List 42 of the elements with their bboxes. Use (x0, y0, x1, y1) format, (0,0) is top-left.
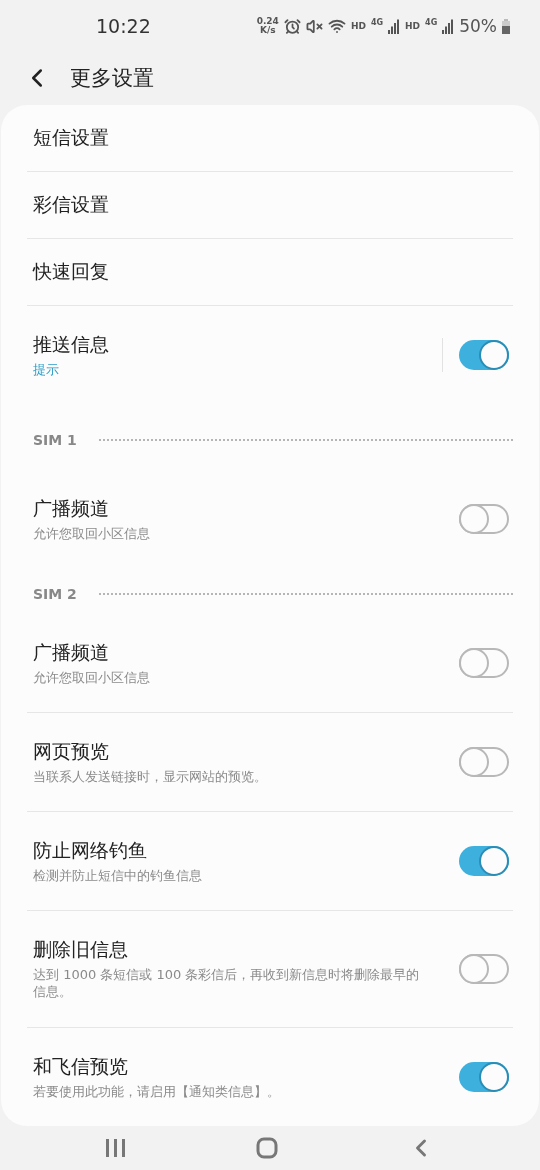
settings-item[interactable]: 快速回复 (27, 237, 513, 305)
setting-summary: 提示 (33, 360, 60, 378)
setting-summary: 若要使用此功能，请启用【通知类信息】。 (33, 1082, 281, 1100)
signal-icon (442, 18, 455, 35)
toggle-switch[interactable] (459, 1061, 509, 1092)
toggle-switch[interactable] (459, 503, 509, 534)
setting-title: 和飞信预览 (33, 1053, 129, 1079)
settings-item[interactable]: 短信设置 (27, 104, 513, 171)
section-header: SIM 1 (33, 431, 77, 448)
toggle-switch[interactable] (459, 647, 509, 678)
mute-icon (305, 17, 323, 35)
toggle-switch[interactable] (459, 845, 509, 876)
settings-item[interactable]: 彩信设置 (27, 170, 513, 238)
alarm-icon (283, 17, 301, 35)
setting-title: 广播频道 (33, 495, 110, 521)
setting-title: 防止网络钓鱼 (33, 837, 148, 863)
hd-label: HD (405, 21, 421, 32)
setting-summary: 检测并防止短信中的钓鱼信息 (33, 866, 203, 884)
setting-summary: 允许您取回小区信息 (33, 668, 151, 686)
setting-summary: 当联系人发送链接时，显示网站的预览。 (33, 767, 268, 785)
battery-percent: 50% (459, 16, 497, 37)
network-label: 4G (370, 18, 384, 28)
hd-label: HD (350, 21, 366, 32)
page-title: 更多设置 (70, 64, 154, 92)
section-header: SIM 2 (33, 585, 77, 602)
toggle-switch[interactable] (459, 746, 509, 777)
setting-title: 网页预览 (33, 738, 110, 764)
signal-icon (388, 18, 401, 35)
setting-title: 删除旧信息 (33, 937, 129, 963)
network-speed: 0.24 K/s (256, 17, 279, 36)
network-label: 4G (425, 18, 438, 28)
toggle-switch[interactable] (459, 953, 509, 984)
setting-title: 广播频道 (33, 639, 110, 665)
battery-icon (502, 18, 510, 34)
recent-apps-icon[interactable] (104, 1137, 127, 1158)
setting-title: 推送信息 (33, 331, 110, 357)
home-icon[interactable] (256, 1136, 278, 1159)
setting-summary: 达到 1000 条短信或 100 条彩信后，再收到新信息时将删除最早的信息。 (33, 966, 421, 1001)
clock-time: 10:22 (96, 15, 152, 38)
wifi-icon (327, 17, 346, 36)
setting-summary: 允许您取回小区信息 (33, 524, 151, 542)
toggle-switch[interactable] (459, 339, 509, 370)
